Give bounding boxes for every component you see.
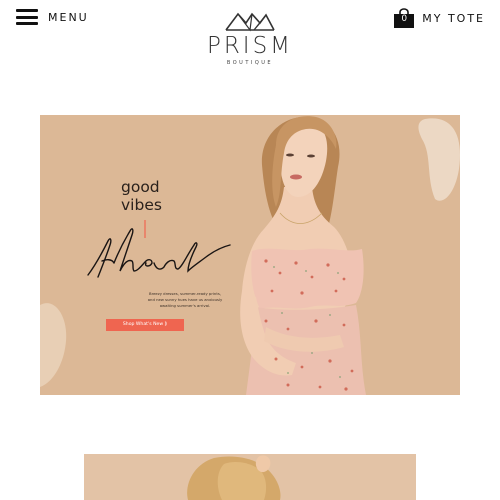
menu-label: MENU [48, 10, 89, 24]
tote-count: 0 [401, 14, 408, 24]
hero-tagline: Breezy dresses, summer-ready prints, and… [80, 291, 290, 309]
shopping-bag-icon: 0 [394, 8, 415, 28]
headline-line-2: vibes [121, 196, 162, 214]
shop-whats-new-button[interactable]: Shop What's New ⟫ [106, 319, 184, 331]
script-headline-ahead [87, 228, 231, 278]
tote-button[interactable]: 0 MY TOTE [394, 8, 485, 28]
logo-subtitle: BOUTIQUE [226, 60, 274, 66]
secondary-banner[interactable] [84, 454, 416, 500]
hero-headline: good vibes [121, 178, 162, 214]
headline-line-1: good [121, 178, 160, 196]
site-logo[interactable]: PRISM BOUTIQUE [175, 10, 325, 82]
hamburger-icon [16, 9, 38, 25]
site-header: MENU PRISM BOUTIQUE 0 MY TOTE [0, 0, 500, 95]
hero-copy: good vibes Breezy dresses, summer-ready … [40, 115, 250, 395]
mountains-logo-icon [225, 12, 275, 32]
hero-banner[interactable]: good vibes Breezy dresses, summer-ready … [40, 115, 460, 395]
tote-label: MY TOTE [422, 11, 485, 25]
logo-wordmark: PRISM [206, 33, 294, 59]
menu-button[interactable]: MENU [16, 9, 89, 25]
secondary-model-image [187, 455, 281, 500]
tagline-line-3: awaiting summer's arrival. [159, 303, 211, 308]
